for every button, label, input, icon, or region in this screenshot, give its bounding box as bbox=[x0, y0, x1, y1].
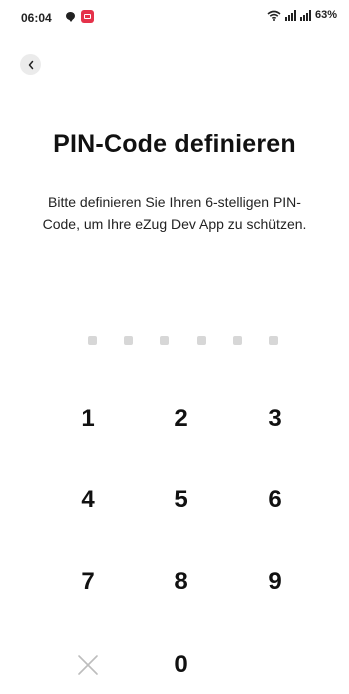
signal-icon bbox=[284, 9, 296, 21]
pin-dot bbox=[196, 336, 206, 345]
chevron-left-icon bbox=[28, 60, 33, 69]
pin-dot bbox=[160, 336, 170, 345]
pin-dot bbox=[232, 336, 242, 345]
battery-level: 63% bbox=[314, 9, 337, 21]
keypad-key-6[interactable]: 6 bbox=[240, 472, 310, 528]
signal-icon bbox=[299, 9, 311, 21]
keypad-key-0[interactable]: 0 bbox=[146, 637, 216, 693]
status-time: 06:04 bbox=[21, 11, 52, 25]
page-subtitle: Bitte definieren Sie Ihren 6-stelligen P… bbox=[42, 194, 307, 232]
chat-icon bbox=[66, 12, 75, 22]
keypad-key-8[interactable]: 8 bbox=[146, 554, 216, 610]
keypad-key-1[interactable]: 1 bbox=[53, 391, 123, 447]
close-icon bbox=[78, 655, 98, 675]
status-icons: 63% bbox=[267, 9, 337, 21]
pin-indicator bbox=[88, 336, 278, 346]
page-title: PIN-Code definieren bbox=[53, 130, 296, 158]
back-button[interactable] bbox=[20, 54, 41, 75]
pin-dot bbox=[124, 336, 134, 345]
pin-dot bbox=[88, 336, 97, 345]
pin-dot bbox=[268, 336, 278, 345]
keypad-key-9[interactable]: 9 bbox=[240, 554, 310, 610]
keypad-key-5[interactable]: 5 bbox=[146, 472, 216, 528]
keypad-key-3[interactable]: 3 bbox=[240, 391, 310, 447]
status-bar: 06:04 63% bbox=[0, 0, 349, 34]
wifi-icon bbox=[267, 10, 281, 21]
keypad-key-2[interactable]: 2 bbox=[146, 391, 216, 447]
keypad-key-4[interactable]: 4 bbox=[53, 472, 123, 528]
media-app-icon bbox=[81, 10, 94, 23]
clear-button[interactable] bbox=[53, 637, 123, 693]
keypad-key-7[interactable]: 7 bbox=[53, 554, 123, 610]
